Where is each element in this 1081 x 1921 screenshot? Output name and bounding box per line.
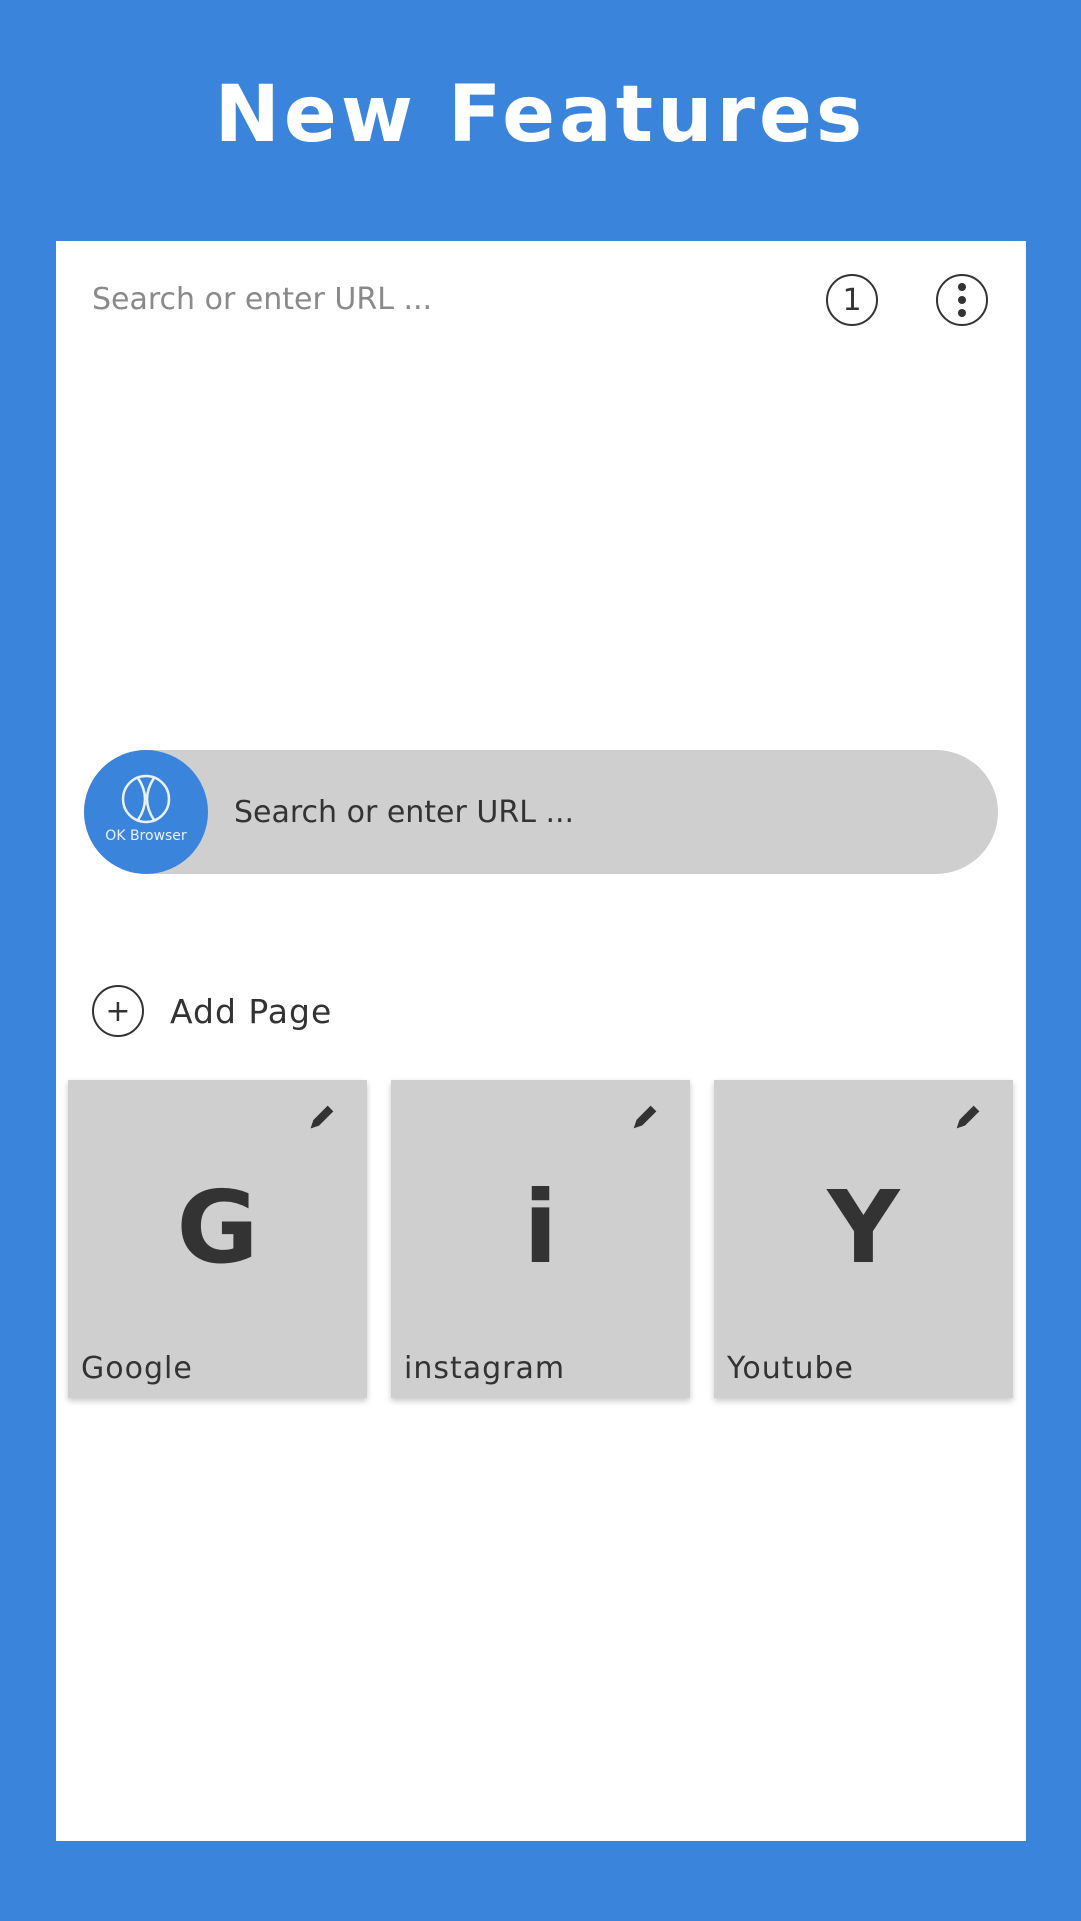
browser-screen: 1 OK Browser + Add Page G Google [56, 241, 1026, 1841]
main-search-input[interactable] [232, 780, 952, 844]
pencil-icon[interactable] [628, 1100, 662, 1134]
tile-name: instagram [404, 1351, 566, 1386]
tile-youtube[interactable]: Y Youtube [714, 1080, 1013, 1398]
add-page-label: Add Page [170, 991, 333, 1031]
topbar-search-input[interactable] [90, 271, 790, 327]
speed-dial: G Google i instagram Y Youtube [68, 1080, 1014, 1398]
tab-count-value: 1 [842, 282, 862, 318]
tile-google[interactable]: G Google [68, 1080, 367, 1398]
browser-logo: OK Browser [84, 750, 208, 874]
plus-circle-icon: + [92, 985, 144, 1037]
tile-instagram[interactable]: i instagram [391, 1080, 690, 1398]
pencil-icon[interactable] [305, 1100, 339, 1134]
more-vertical-icon[interactable] [936, 274, 988, 326]
tile-name: Youtube [727, 1351, 854, 1386]
menu-dot [958, 309, 966, 317]
browser-logo-label: OK Browser [105, 828, 187, 844]
browser-logo-icon [121, 774, 171, 824]
tab-count-button[interactable]: 1 [826, 274, 878, 326]
tile-letter: G [176, 1169, 259, 1286]
add-page-button[interactable]: + Add Page [92, 981, 332, 1041]
tile-name: Google [81, 1351, 193, 1386]
menu-dot [958, 296, 966, 304]
menu-dot [958, 283, 966, 291]
page-headline: New Features [214, 70, 867, 160]
pencil-icon[interactable] [951, 1100, 985, 1134]
tile-letter: i [523, 1169, 558, 1286]
tile-letter: Y [827, 1169, 900, 1286]
search-bar[interactable]: OK Browser [84, 750, 998, 874]
